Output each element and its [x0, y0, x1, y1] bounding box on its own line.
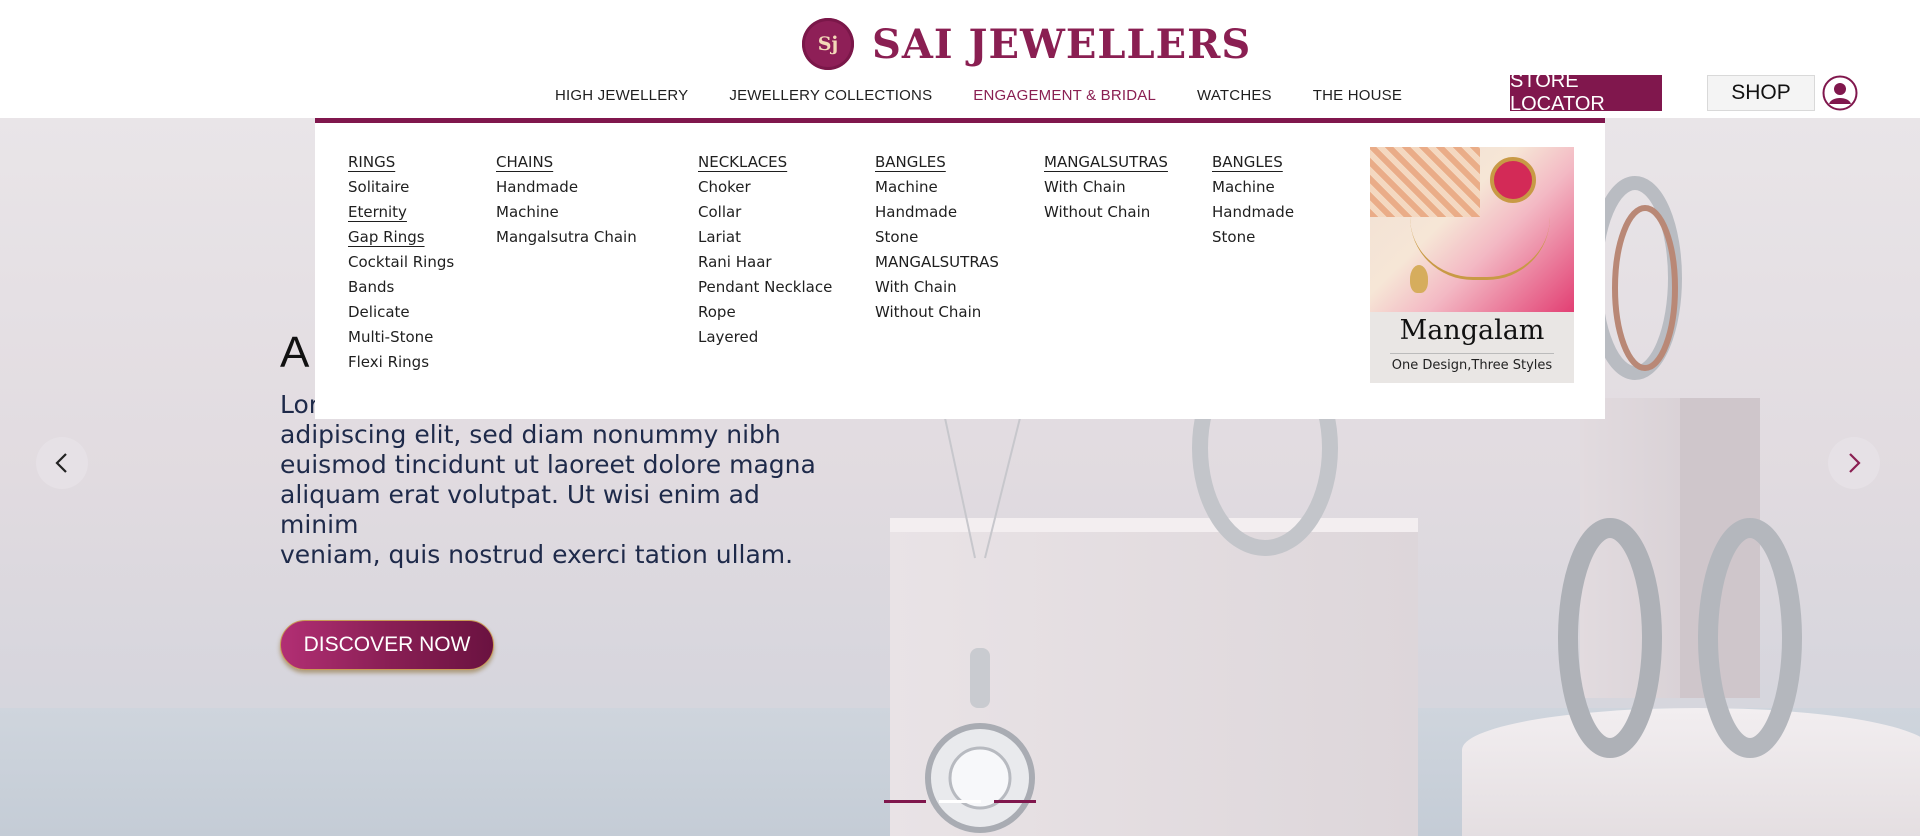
- menu-item[interactable]: Rani Haar: [698, 250, 832, 275]
- menu-item[interactable]: Machine: [875, 175, 999, 200]
- menu-item[interactable]: Flexi Rings: [348, 350, 454, 375]
- menu-item[interactable]: Handmade: [1212, 200, 1294, 225]
- menu-col-bangles: BANGLES Machine Handmade Stone MANGALSUT…: [875, 150, 999, 325]
- menu-item[interactable]: MANGALSUTRAS: [875, 250, 999, 275]
- menu-item[interactable]: With Chain: [1044, 175, 1168, 200]
- menu-item[interactable]: Bands: [348, 275, 454, 300]
- menu-item[interactable]: Handmade: [496, 175, 637, 200]
- menu-item[interactable]: Without Chain: [875, 300, 999, 325]
- nav-the-house[interactable]: THE HOUSE: [1313, 87, 1402, 104]
- hero-text-line: aliquam erat volutpat. Ut wisi enim ad m…: [280, 480, 760, 539]
- menu-heading-chains[interactable]: CHAINS: [496, 150, 637, 175]
- store-locator-button[interactable]: STORE LOCATOR: [1510, 70, 1662, 115]
- promo-ring-decor: [1490, 157, 1536, 203]
- menu-col-chains: CHAINS Handmade Machine Mangalsutra Chai…: [496, 150, 637, 250]
- menu-item[interactable]: Cocktail Rings: [348, 250, 454, 275]
- logo-emblem-icon: Sj: [802, 18, 854, 70]
- mega-menu: RINGS Solitaire Eternity Gap Rings Cockt…: [315, 123, 1605, 419]
- carousel-dot-2[interactable]: [939, 800, 981, 803]
- brand-name: SAI JEWELLERS: [872, 20, 1252, 68]
- discover-now-button[interactable]: DISCOVER NOW: [280, 620, 494, 670]
- promo-chain-decor: [1410, 217, 1550, 280]
- menu-item[interactable]: Machine: [1212, 175, 1294, 200]
- menu-heading-necklaces[interactable]: NECKLACES: [698, 150, 832, 175]
- menu-heading-rings[interactable]: RINGS: [348, 150, 454, 175]
- menu-item[interactable]: Delicate: [348, 300, 454, 325]
- hero-text-line: euismod tincidunt ut laoreet dolore magn…: [280, 450, 816, 479]
- promo-pendant-decor: [1410, 265, 1428, 293]
- main-nav: HIGH JEWELLERY JEWELLERY COLLECTIONS ENG…: [555, 87, 1443, 104]
- carousel-prev-button[interactable]: [36, 437, 88, 489]
- site-header: Sj SAI JEWELLERS HIGH JEWELLERY JEWELLER…: [0, 0, 1920, 118]
- menu-heading-bangles-2[interactable]: BANGLES: [1212, 150, 1294, 175]
- menu-item[interactable]: Stone: [1212, 225, 1294, 250]
- menu-item[interactable]: Stone: [875, 225, 999, 250]
- promo-subtitle: One Design,Three Styles: [1390, 353, 1554, 373]
- carousel-indicators: [884, 800, 1049, 803]
- menu-item[interactable]: Eternity: [348, 200, 454, 225]
- menu-item[interactable]: Lariat: [698, 225, 832, 250]
- promo-cloth-decor: [1370, 147, 1480, 217]
- menu-item[interactable]: Collar: [698, 200, 832, 225]
- menu-promo-card[interactable]: Mangalam One Design,Three Styles: [1370, 147, 1574, 383]
- chevron-right-icon: [1849, 453, 1861, 473]
- hero-heading: A: [280, 328, 310, 377]
- menu-heading-mangalsutras[interactable]: MANGALSUTRAS: [1044, 150, 1168, 175]
- menu-item[interactable]: Mangalsutra Chain: [496, 225, 637, 250]
- menu-item[interactable]: Pendant Necklace: [698, 275, 832, 300]
- hero-text-line: veniam, quis nostrud exerci tation ullam…: [280, 540, 794, 569]
- menu-item[interactable]: Handmade: [875, 200, 999, 225]
- brand-logo[interactable]: Sj SAI JEWELLERS: [802, 18, 1251, 70]
- carousel-dot-1[interactable]: [884, 800, 926, 803]
- user-circle-icon[interactable]: [1822, 75, 1858, 111]
- shop-button[interactable]: SHOP: [1707, 75, 1815, 111]
- hero-earrings-image: [1558, 518, 1802, 758]
- menu-item[interactable]: Layered: [698, 325, 832, 350]
- menu-heading-bangles[interactable]: BANGLES: [875, 150, 999, 175]
- menu-col-rings: RINGS Solitaire Eternity Gap Rings Cockt…: [348, 150, 454, 375]
- nav-engagement-bridal[interactable]: ENGAGEMENT & BRIDAL: [973, 87, 1156, 104]
- carousel-next-button[interactable]: [1828, 437, 1880, 489]
- hero-text-line: adipiscing elit, sed diam nonummy nibh: [280, 420, 781, 449]
- menu-item[interactable]: With Chain: [875, 275, 999, 300]
- menu-col-mangalsutras: MANGALSUTRAS With Chain Without Chain: [1044, 150, 1168, 225]
- menu-item[interactable]: Rope: [698, 300, 832, 325]
- menu-item[interactable]: Gap Rings: [348, 225, 454, 250]
- menu-col-bangles-2: BANGLES Machine Handmade Stone: [1212, 150, 1294, 250]
- menu-item[interactable]: Solitaire: [348, 175, 454, 200]
- menu-item[interactable]: Choker: [698, 175, 832, 200]
- menu-col-necklaces: NECKLACES Choker Collar Lariat Rani Haar…: [698, 150, 832, 350]
- nav-jewellery-collections[interactable]: JEWELLERY COLLECTIONS: [729, 87, 932, 104]
- carousel-dot-3[interactable]: [994, 800, 1036, 803]
- menu-item[interactable]: Without Chain: [1044, 200, 1168, 225]
- chevron-left-icon: [55, 453, 67, 473]
- promo-image: [1370, 147, 1574, 312]
- promo-title: Mangalam: [1399, 315, 1545, 346]
- menu-item[interactable]: Machine: [496, 200, 637, 225]
- nav-high-jewellery[interactable]: HIGH JEWELLERY: [555, 87, 688, 104]
- menu-item[interactable]: Multi-Stone: [348, 325, 454, 350]
- nav-watches[interactable]: WATCHES: [1197, 87, 1272, 104]
